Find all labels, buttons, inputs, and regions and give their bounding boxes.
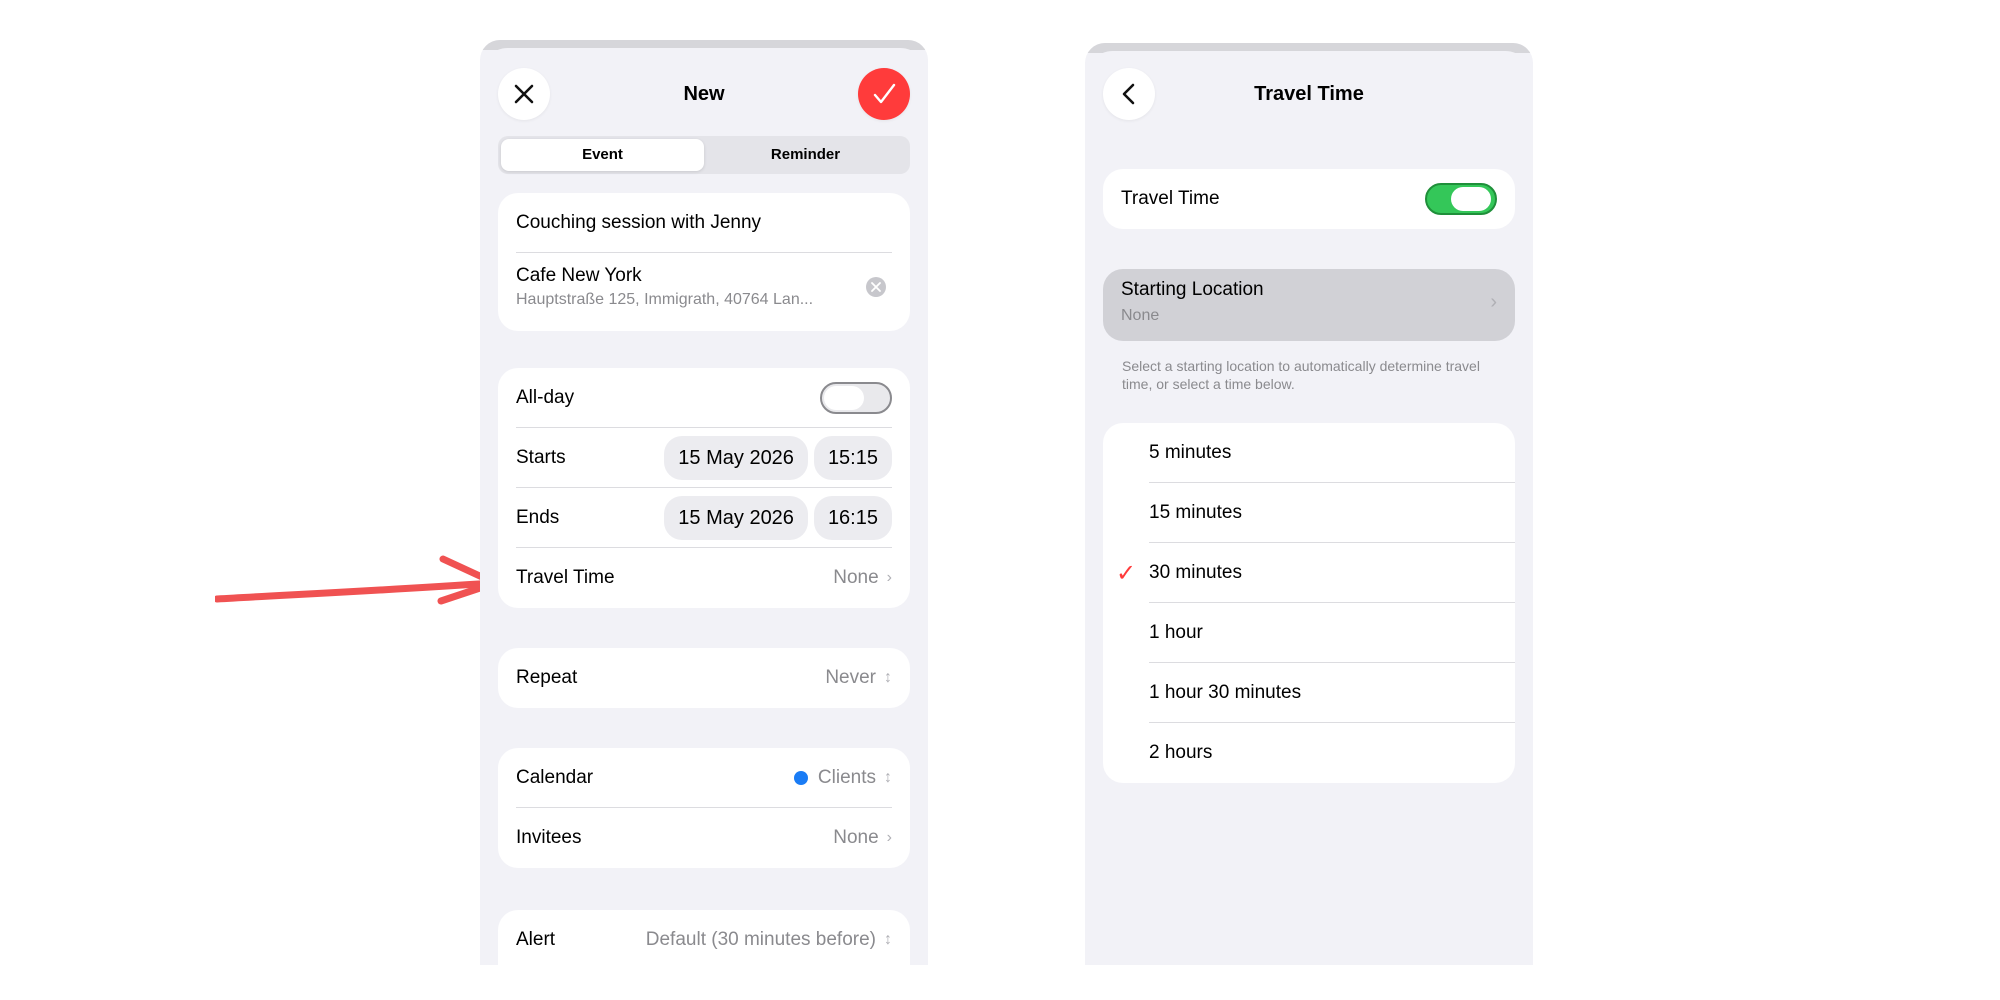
option-1-hour[interactable]: 1 hour [1103, 603, 1515, 663]
option-label: 15 minutes [1149, 502, 1242, 523]
option-2-hours[interactable]: 2 hours [1103, 723, 1515, 783]
option-label: 5 minutes [1149, 442, 1232, 463]
option-label: 2 hours [1149, 742, 1213, 763]
allday-label: All-day [516, 387, 575, 408]
alert-value: Default (30 minutes before) [645, 929, 876, 950]
option-label: 1 hour 30 minutes [1149, 682, 1302, 703]
starting-location-row[interactable]: Starting Location None › [1103, 269, 1515, 341]
calendar-color-dot [793, 771, 808, 785]
travel-time-label: Travel Time [516, 567, 615, 588]
event-title-text: Couching session with Jenny [516, 212, 762, 233]
invitees-label: Invitees [516, 827, 582, 848]
ends-time-button[interactable]: 16:15 [813, 496, 892, 540]
starts-time-button[interactable]: 15:15 [813, 436, 892, 480]
calendar-value: Clients [817, 767, 876, 788]
event-title-field[interactable]: Couching session with Jenny [516, 193, 892, 253]
travel-time-toggle-row: Travel Time [1121, 169, 1497, 229]
chevron-right-icon: › [1490, 291, 1497, 313]
allday-row: All-day [516, 368, 892, 428]
location-field[interactable]: Cafe New York Hauptstraße 125, Immigrath… [516, 265, 892, 309]
travel-time-toggle[interactable] [1425, 183, 1497, 215]
starts-date-button[interactable]: 15 May 2026 [664, 436, 808, 480]
travel-time-options-card: 5 minutes 15 minutes ✓ 30 minutes 1 hour… [1103, 423, 1515, 783]
chevron-updown-icon: ↕ [884, 669, 892, 686]
travel-time-value: None [833, 567, 879, 588]
travel-time-toggle-card: Travel Time [1103, 169, 1515, 229]
chevron-right-icon: › [886, 829, 892, 846]
starting-location-hint: Select a starting location to automatica… [1122, 358, 1480, 392]
alert-card: Alert Default (30 minutes before) ↕ [498, 910, 910, 965]
checkmark-icon [873, 83, 896, 104]
alert-label: Alert [516, 929, 556, 950]
travel-time-row[interactable]: Travel Time None › [516, 548, 892, 608]
location-address: Hauptstraße 125, Immigrath, 40764 Lan... [516, 291, 814, 308]
option-15-minutes[interactable]: 15 minutes [1103, 483, 1515, 543]
clear-icon [871, 282, 881, 292]
starting-location-value: None [1121, 307, 1160, 324]
invitees-row[interactable]: Invitees None › [516, 808, 892, 868]
option-label: 30 minutes [1149, 562, 1242, 583]
checkmark-icon: ✓ [1115, 559, 1137, 587]
travel-time-screen: Travel Time Travel Time Starting Locatio… [1085, 43, 1533, 965]
location-name: Cafe New York [516, 265, 642, 286]
repeat-value: Never [825, 667, 876, 688]
chevron-updown-icon: ↕ [884, 931, 892, 948]
option-label: 1 hour [1149, 622, 1203, 643]
ends-row: Ends 15 May 2026 16:15 [516, 488, 892, 548]
datetime-card: All-day Starts 15 May 2026 15:15 Ends 15… [498, 368, 910, 608]
invitees-value: None [833, 827, 879, 848]
repeat-label: Repeat [516, 667, 578, 688]
calendar-card: Calendar Clients ↕ Invitees None › [498, 748, 910, 868]
travel-time-toggle-label: Travel Time [1121, 188, 1220, 209]
ends-label: Ends [516, 507, 560, 528]
option-5-minutes[interactable]: 5 minutes [1103, 423, 1515, 483]
new-event-screen: New Event Reminder Couching session with… [480, 40, 928, 965]
alert-row[interactable]: Alert Default (30 minutes before) ↕ [516, 910, 892, 965]
chevron-right-icon: › [886, 569, 892, 586]
option-1-hour-30-minutes[interactable]: 1 hour 30 minutes [1103, 663, 1515, 723]
clear-location-button[interactable] [866, 277, 886, 297]
event-type-segmented-control: Event Reminder [498, 136, 910, 174]
annotation-arrow [215, 555, 499, 605]
starting-location-label: Starting Location [1121, 279, 1264, 300]
calendar-row[interactable]: Calendar Clients ↕ [516, 748, 892, 808]
travel-time-sheet: Travel Time Travel Time Starting Locatio… [1085, 51, 1533, 965]
confirm-button[interactable] [858, 68, 910, 120]
calendar-label: Calendar [516, 767, 594, 788]
option-30-minutes[interactable]: ✓ 30 minutes [1103, 543, 1515, 603]
starts-label: Starts [516, 447, 566, 468]
allday-toggle[interactable] [820, 382, 892, 414]
title-location-card: Couching session with Jenny Cafe New Yor… [498, 193, 910, 331]
new-event-sheet: New Event Reminder Couching session with… [480, 48, 928, 965]
segment-event[interactable]: Event [501, 139, 704, 171]
repeat-row[interactable]: Repeat Never ↕ [516, 648, 892, 708]
repeat-card: Repeat Never ↕ [498, 648, 910, 708]
starts-row: Starts 15 May 2026 15:15 [516, 428, 892, 488]
segment-reminder[interactable]: Reminder [704, 139, 907, 171]
ends-date-button[interactable]: 15 May 2026 [664, 496, 808, 540]
page-title: Travel Time [1254, 83, 1364, 105]
chevron-updown-icon: ↕ [884, 769, 892, 786]
